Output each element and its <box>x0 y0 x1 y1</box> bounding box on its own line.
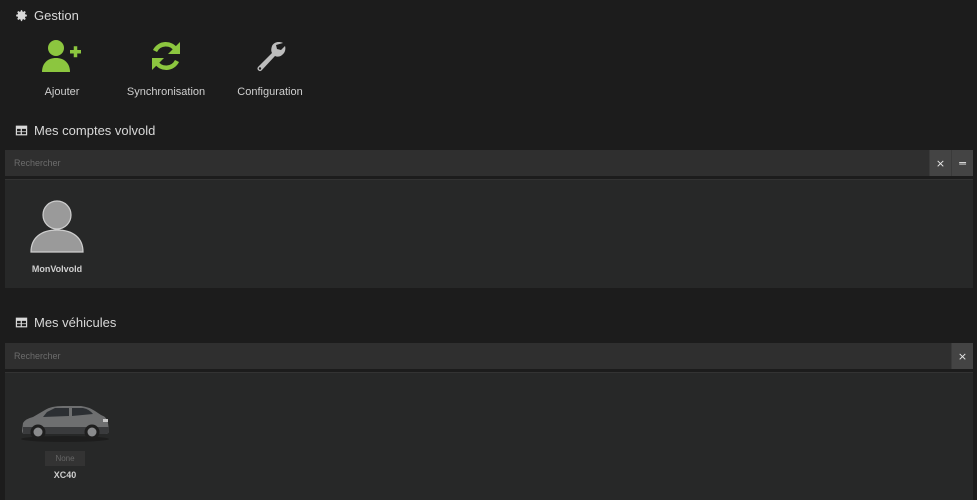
vehicules-search-input[interactable] <box>5 343 951 369</box>
wrench-icon <box>257 42 286 71</box>
gestion-title: Gestion <box>34 8 79 23</box>
comptes-legend: Mes comptes volvold <box>15 123 155 138</box>
vehicules-title: Mes véhicules <box>34 315 117 330</box>
vehicle-status-badge: None <box>45 451 85 466</box>
comptes-collapse-button[interactable]: ═ <box>951 150 973 176</box>
comptes-search-input[interactable] <box>5 150 929 176</box>
gear-icon <box>16 10 27 22</box>
comptes-list: MonVolvold <box>5 179 973 288</box>
user-plus-icon <box>42 40 81 72</box>
user-avatar-icon <box>30 200 84 253</box>
configuration-button[interactable]: Configuration <box>218 38 322 102</box>
vehicle-card[interactable]: None XC40 <box>19 401 111 480</box>
comptes-clear-search-button[interactable]: × <box>929 150 951 176</box>
gestion-actions: Ajouter Synchronisation Configuration <box>10 38 322 102</box>
configuration-label: Configuration <box>237 86 303 98</box>
vehicules-clear-search-button[interactable]: × <box>951 343 973 369</box>
vehicules-search-bar: × <box>5 343 973 369</box>
vehicle-name: XC40 <box>53 470 77 480</box>
car-icon <box>21 406 109 442</box>
add-label: Ajouter <box>44 86 80 98</box>
add-account-button[interactable]: Ajouter <box>10 38 114 102</box>
gestion-legend: Gestion <box>15 8 79 23</box>
account-name: MonVolvold <box>31 264 83 274</box>
account-card[interactable]: MonVolvold <box>27 200 87 274</box>
table-icon <box>15 125 28 136</box>
table-icon <box>15 317 28 328</box>
sync-label: Synchronisation <box>126 86 206 98</box>
comptes-title: Mes comptes volvold <box>34 123 156 138</box>
vehicules-list: None XC40 <box>5 372 973 500</box>
vehicules-legend: Mes véhicules <box>15 315 116 330</box>
refresh-icon <box>152 42 180 70</box>
sync-button[interactable]: Synchronisation <box>114 38 218 102</box>
comptes-search-bar: × ═ <box>5 150 973 176</box>
